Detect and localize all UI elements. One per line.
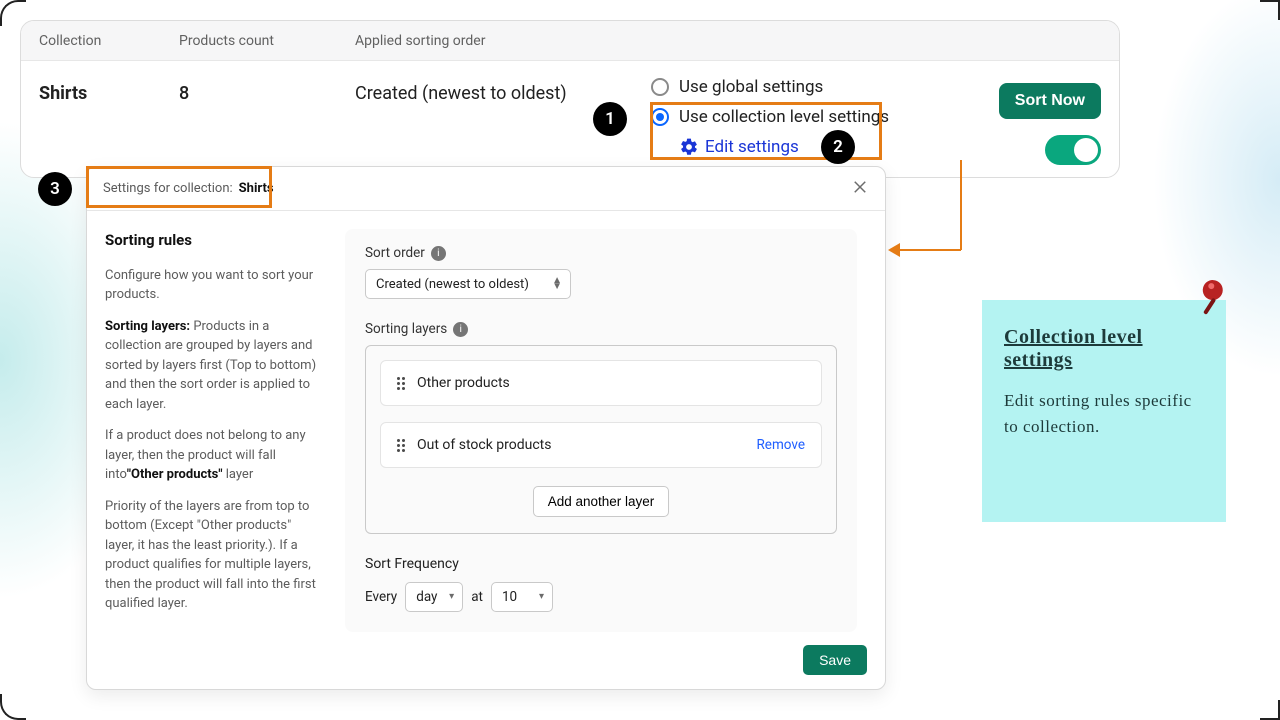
drag-handle-icon[interactable] xyxy=(397,377,405,390)
note-body: Edit sorting rules specific to collectio… xyxy=(1004,388,1204,439)
radio-icon xyxy=(651,78,669,96)
layer-item[interactable]: Out of stock products Remove xyxy=(380,422,822,468)
modal-sidebar: Sorting rules Configure how you want to … xyxy=(87,211,335,689)
drag-handle-icon[interactable] xyxy=(397,439,405,452)
info-icon[interactable]: i xyxy=(431,246,446,261)
cell-applied-sort: Created (newest to oldest) xyxy=(355,83,651,104)
annotation-connector xyxy=(899,249,961,251)
cell-products-count: 8 xyxy=(179,83,355,104)
annotation-badge-3: 3 xyxy=(38,172,72,206)
note-title: Collection level settings xyxy=(1004,326,1204,372)
layer-item[interactable]: Other products xyxy=(380,360,822,406)
modal-header: Settings for collection: Shirts xyxy=(87,167,885,211)
annotation-badge-1: 1 xyxy=(593,102,627,136)
table-header: Collection Products count Applied sortin… xyxy=(21,21,1119,61)
modal-main: Sort order i Created (newest to oldest) … xyxy=(335,211,885,689)
header-products-count: Products count xyxy=(179,33,355,49)
collections-table: Collection Products count Applied sortin… xyxy=(20,20,1120,178)
sort-order-select[interactable]: Created (newest to oldest) ▲▼ xyxy=(365,269,571,299)
modal-title-collection: Shirts xyxy=(239,181,274,196)
annotation-connector xyxy=(960,160,962,250)
collection-settings-modal: Settings for collection: Shirts Sorting … xyxy=(86,166,886,690)
annotation-arrowhead-icon xyxy=(888,243,900,257)
help-body: layer xyxy=(223,467,254,482)
sort-frequency-label: Sort Frequency xyxy=(365,556,837,572)
header-applied-sorting: Applied sorting order xyxy=(355,33,651,49)
edit-settings-label: Edit settings xyxy=(705,137,799,157)
info-icon[interactable]: i xyxy=(453,322,468,337)
freq-unit-select[interactable]: day ▾ xyxy=(405,582,463,612)
header-collection: Collection xyxy=(39,33,179,49)
toggle-knob xyxy=(1074,138,1098,162)
enable-toggle[interactable] xyxy=(1045,135,1101,165)
save-button[interactable]: Save xyxy=(803,645,867,675)
sorting-layers-box: Other products Out of stock products Rem… xyxy=(365,345,837,534)
layer-name: Other products xyxy=(417,375,510,391)
help-label: "Other products" xyxy=(127,467,223,482)
chevron-down-icon: ▾ xyxy=(449,594,454,600)
layer-name: Out of stock products xyxy=(417,437,551,453)
table-row: Shirts 8 Created (newest to oldest) Use … xyxy=(21,61,1119,178)
annotation-badge-2: 2 xyxy=(821,130,855,164)
sorting-layers-label-row: Sorting layers i xyxy=(365,321,837,337)
add-layer-button[interactable]: Add another layer xyxy=(533,486,670,517)
remove-layer-link[interactable]: Remove xyxy=(756,437,805,453)
radio-icon-selected xyxy=(651,108,669,126)
settings-radio-group: Use global settings Use collection level… xyxy=(651,77,981,157)
help-text: Sorting layers: Products in a collection… xyxy=(105,317,321,415)
sorting-rules-form: Sort order i Created (newest to oldest) … xyxy=(345,229,857,632)
sort-order-label-row: Sort order i xyxy=(365,245,837,261)
freq-at-label: at xyxy=(471,589,483,605)
sort-order-label: Sort order xyxy=(365,245,425,261)
chevron-updown-icon: ▲▼ xyxy=(552,278,562,290)
frame-corner xyxy=(1260,700,1280,720)
sorting-layers-label: Sorting layers xyxy=(365,321,447,337)
gear-icon xyxy=(679,137,699,157)
freq-unit-value: day xyxy=(416,589,437,605)
radio-label: Use collection level settings xyxy=(679,107,889,127)
freq-time-value: 10 xyxy=(502,589,517,605)
radio-use-collection[interactable]: Use collection level settings xyxy=(651,107,981,127)
help-text: Configure how you want to sort your prod… xyxy=(105,266,321,305)
freq-time-select[interactable]: 10 ▾ xyxy=(491,582,553,612)
help-text: Priority of the layers are from top to b… xyxy=(105,497,321,614)
info-sticky-note: Collection level settings Edit sorting r… xyxy=(982,300,1226,522)
sort-now-button[interactable]: Sort Now xyxy=(999,83,1101,119)
help-text: If a product does not belong to any laye… xyxy=(105,426,321,485)
radio-label: Use global settings xyxy=(679,77,823,97)
modal-title-prefix: Settings for collection: xyxy=(103,181,233,196)
chevron-down-icon: ▾ xyxy=(539,594,544,600)
close-icon[interactable] xyxy=(851,178,869,200)
radio-use-global[interactable]: Use global settings xyxy=(651,77,981,97)
sort-frequency-row: Every day ▾ at 10 ▾ xyxy=(365,582,837,612)
frame-corner xyxy=(1260,0,1280,20)
freq-every-label: Every xyxy=(365,589,397,605)
help-label: Sorting layers: xyxy=(105,319,190,334)
sort-order-value: Created (newest to oldest) xyxy=(376,277,529,292)
cell-collection-name: Shirts xyxy=(39,83,179,104)
sorting-rules-heading: Sorting rules xyxy=(105,229,321,252)
